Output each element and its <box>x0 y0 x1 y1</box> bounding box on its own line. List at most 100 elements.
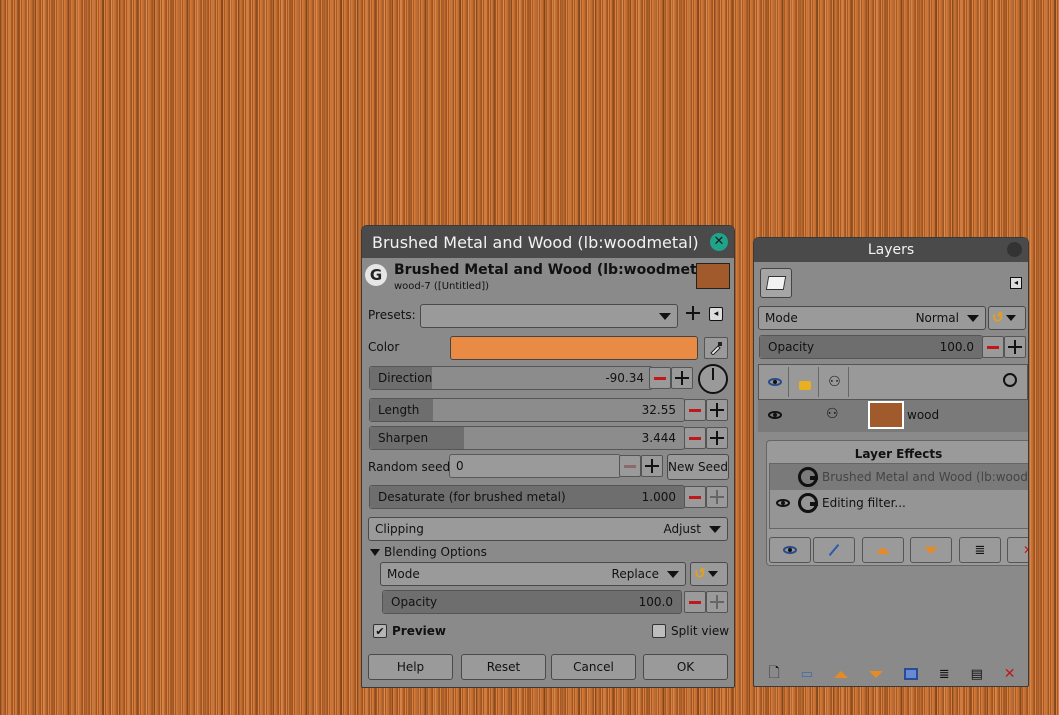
preview-label: Preview <box>392 624 447 638</box>
search-icon[interactable] <box>1003 373 1017 387</box>
cancel-button[interactable]: Cancel <box>551 654 636 680</box>
effects-header-icon[interactable]: ⚇ <box>821 367 849 397</box>
length-slider[interactable]: Length 32.55 <box>369 398 685 422</box>
layers-panel: Layers ◂ Mode Normal ↺ Opacity 100.0 ⚇ ⚇… <box>753 237 1029 687</box>
layers-titlebar[interactable]: Layers <box>754 238 1028 262</box>
add-preset-icon[interactable] <box>686 306 700 320</box>
close-icon[interactable]: ✕ <box>710 233 728 251</box>
sharpen-minus-button[interactable] <box>684 427 706 449</box>
blend-space-combo[interactable]: ↺ <box>690 562 728 586</box>
new-layer-icon[interactable]: 🗋 <box>768 662 779 686</box>
chevron-down-icon <box>967 314 979 322</box>
visibility-header-icon[interactable] <box>761 367 789 397</box>
sharpen-plus-button[interactable] <box>706 427 728 449</box>
random-seed-minus-button[interactable] <box>619 455 641 477</box>
direction-slider[interactable]: Direction -90.34 <box>369 366 653 390</box>
effect-row-woodmetal[interactable]: Brushed Metal and Wood (lb:woodme <box>770 464 1029 490</box>
blending-options-expander[interactable]: Blending Options <box>370 545 487 559</box>
presets-label: Presets: <box>368 308 416 322</box>
raise-effect-button[interactable] <box>862 537 904 563</box>
layer-visibility-icon[interactable] <box>768 411 782 419</box>
chevron-down-icon <box>707 571 718 577</box>
clipping-label: Clipping <box>375 522 424 536</box>
merge-down-icon[interactable]: ≣ <box>939 667 950 682</box>
length-minus-button[interactable] <box>684 399 706 421</box>
effect-visibility-icon[interactable] <box>776 499 790 507</box>
blend-opacity-plus-button[interactable] <box>706 591 728 613</box>
presets-combo[interactable] <box>420 304 678 328</box>
desaturate-slider[interactable]: Desaturate (for brushed metal) 1.000 <box>369 485 685 509</box>
chevron-down-icon <box>709 525 721 533</box>
lower-layer-icon[interactable] <box>868 670 883 678</box>
lower-effect-button[interactable] <box>910 537 952 563</box>
color-button[interactable] <box>450 336 698 360</box>
dialog-titlebar[interactable]: Brushed Metal and Wood (lb:woodmetal) ✕ <box>362 226 734 258</box>
random-seed-input[interactable]: 0 <box>449 454 621 478</box>
blend-opacity-minus-button[interactable] <box>684 591 706 613</box>
composite-reset-icon: ↺ <box>992 310 1004 326</box>
layer-opacity-slider[interactable]: Opacity 100.0 <box>759 335 983 359</box>
remove-effect-button[interactable]: ✕ <box>1007 537 1028 563</box>
blend-mode-label: Mode <box>387 567 420 581</box>
lock-header-icon[interactable] <box>791 367 819 397</box>
layer-mode-combo[interactable]: Mode Normal <box>758 306 986 330</box>
layers-tab-icon[interactable] <box>760 268 792 298</box>
duplicate-layer-icon[interactable] <box>903 668 918 680</box>
length-value: 32.55 <box>641 403 676 417</box>
chevron-down-icon <box>659 312 671 320</box>
blend-opacity-label: Opacity <box>391 595 438 609</box>
chevron-down-icon <box>1005 315 1016 321</box>
effect-visibility-button[interactable] <box>769 537 811 563</box>
blend-mode-combo[interactable]: Mode Replace <box>380 562 686 586</box>
dialog-header-title: Brushed Metal and Wood (lb:woodmetal) <box>394 262 718 278</box>
color-picker-icon[interactable] <box>704 337 728 359</box>
chevron-down-icon <box>667 570 679 578</box>
checkbox-checked-icon: ✔ <box>373 624 387 638</box>
split-view-label: Split view <box>671 624 730 638</box>
clipping-combo[interactable]: Clipping Adjust <box>368 517 728 541</box>
layer-effects-icon[interactable]: ⚇ <box>826 406 839 422</box>
random-seed-plus-button[interactable] <box>641 455 663 477</box>
effects-list: Brushed Metal and Wood (lb:woodme Editin… <box>769 463 1029 529</box>
effect-row-editing[interactable]: Editing filter... <box>770 490 1028 516</box>
layer-composite-combo[interactable]: ↺ <box>988 306 1026 330</box>
gegl-filter-icon <box>798 493 818 513</box>
dialog-header: G <box>365 264 387 286</box>
help-button[interactable]: Help <box>368 654 453 680</box>
panel-menu-icon[interactable]: ◂ <box>1010 277 1022 289</box>
layer-name: wood <box>907 408 940 422</box>
new-seed-button[interactable]: New Seed <box>667 454 729 480</box>
layer-mode-label: Mode <box>765 311 798 325</box>
effect-name: Brushed Metal and Wood (lb:woodme <box>822 470 1029 484</box>
blend-opacity-slider[interactable]: Opacity 100.0 <box>382 590 682 614</box>
checkbox-unchecked-icon <box>652 624 666 638</box>
length-plus-button[interactable] <box>706 399 728 421</box>
layer-mask-icon[interactable]: ▤ <box>971 667 983 682</box>
blending-options-label: Blending Options <box>384 545 487 559</box>
delete-layer-icon[interactable]: ✕ <box>1004 666 1016 682</box>
reset-button[interactable]: Reset <box>461 654 546 680</box>
layer-row-wood[interactable]: ⚇ wood <box>758 400 1028 432</box>
direction-minus-button[interactable] <box>649 367 671 389</box>
direction-plus-button[interactable] <box>671 367 693 389</box>
raise-layer-icon[interactable] <box>833 670 848 678</box>
layer-thumbnail <box>868 401 904 429</box>
split-view-checkbox[interactable]: Split view <box>652 624 729 638</box>
ok-button[interactable]: OK <box>643 654 728 680</box>
new-group-icon[interactable]: ▭ <box>801 667 813 682</box>
dialog-header-subtitle: wood-7 ([Untitled]) <box>394 281 490 292</box>
blend-mode-value: Replace <box>611 567 659 581</box>
edit-effect-button[interactable] <box>813 537 855 563</box>
preset-menu-icon[interactable]: ◂ <box>709 307 723 321</box>
sharpen-slider[interactable]: Sharpen 3.444 <box>369 426 685 450</box>
direction-dial[interactable] <box>698 364 728 394</box>
merge-effects-button[interactable]: ≣ <box>959 537 1001 563</box>
layer-opacity-minus-button[interactable] <box>982 336 1004 358</box>
direction-label: Direction <box>378 371 433 385</box>
header-color-swatch <box>696 263 730 289</box>
desaturate-minus-button[interactable] <box>684 486 706 508</box>
layers-close-icon[interactable] <box>1007 242 1022 257</box>
layer-opacity-plus-button[interactable] <box>1004 336 1026 358</box>
preview-checkbox[interactable]: ✔ Preview <box>373 624 446 638</box>
desaturate-plus-button[interactable] <box>706 486 728 508</box>
